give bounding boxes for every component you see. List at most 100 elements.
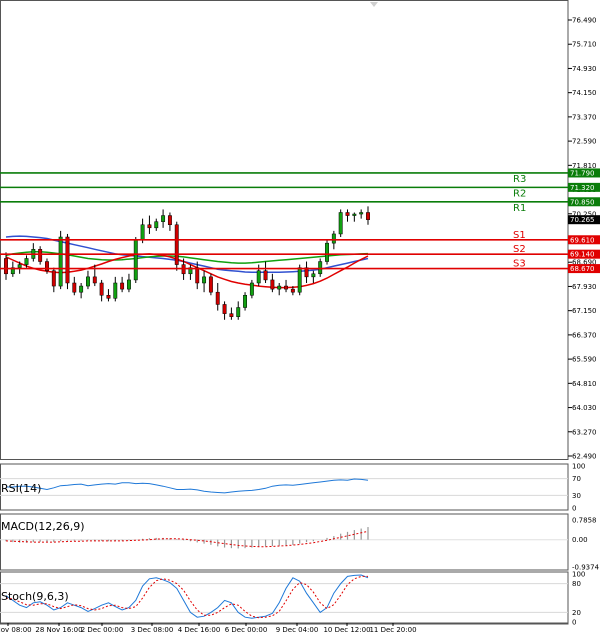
candle-body <box>147 224 152 229</box>
price-tick-label: 74.930 <box>572 65 597 73</box>
candle <box>338 209 343 238</box>
candle <box>270 273 275 293</box>
candle-body <box>222 304 227 314</box>
candle <box>243 292 248 311</box>
price-tick-label: 64.030 <box>572 404 597 412</box>
rsi-scale-label: 100 <box>572 463 585 471</box>
candle-body <box>38 249 43 262</box>
candle <box>86 270 90 290</box>
candle-body <box>99 282 104 296</box>
candle <box>318 258 323 277</box>
candle <box>113 276 118 302</box>
candle <box>263 261 268 283</box>
candle <box>277 282 282 296</box>
stoch-scale-label: 20 <box>572 609 581 617</box>
macd-signal-line <box>5 530 369 548</box>
price-tick-label: 64.810 <box>572 380 597 388</box>
candle-body <box>174 224 179 265</box>
candle <box>65 233 70 290</box>
candle <box>4 252 8 280</box>
macd-scale-label: 0.00 <box>572 536 588 544</box>
stoch-scale-label: 100 <box>572 571 585 579</box>
candle <box>215 282 220 311</box>
candle-body <box>284 285 288 290</box>
indicator-name-label: RSI(14) <box>1 482 41 495</box>
candle-body <box>297 267 302 293</box>
top-marker-icon <box>370 2 378 7</box>
candle-body <box>249 282 254 296</box>
level-name-label: S3 <box>513 259 526 270</box>
price-tick-label: 65.590 <box>572 356 597 364</box>
rsi-scale-label: 30 <box>572 492 581 500</box>
candle <box>195 261 200 290</box>
level-price-label: 69.610 <box>570 236 595 244</box>
candle <box>99 279 104 302</box>
candle-body <box>126 279 131 290</box>
price-tick-label: 63.270 <box>572 428 597 436</box>
candle-body <box>338 212 343 235</box>
candle-body <box>24 258 29 265</box>
price-tick-label: 75.710 <box>572 41 597 49</box>
candle-body <box>86 276 90 287</box>
candle <box>236 301 241 320</box>
candle <box>325 240 329 265</box>
candle <box>72 276 77 296</box>
time-tick-label: 3 Dec 08:00 <box>131 626 174 634</box>
candle <box>79 282 84 299</box>
candle-body <box>120 282 125 290</box>
candle <box>167 212 172 231</box>
level-price-label: 68.670 <box>570 265 595 273</box>
candle-body <box>113 282 118 299</box>
candle-body <box>133 239 138 281</box>
time-tick-label: 4 Dec 16:00 <box>178 626 221 634</box>
candle-body <box>277 285 282 290</box>
indicator-pane-frame <box>0 513 569 571</box>
price-tick-label: 62.490 <box>572 453 597 461</box>
candle-body <box>58 236 63 287</box>
level-price-label: 70.850 <box>570 198 595 206</box>
candle-body <box>79 285 84 293</box>
candle-body <box>345 212 350 216</box>
candle <box>31 243 36 262</box>
level-name-label: S1 <box>513 230 526 241</box>
price-tick-label: 67.930 <box>572 283 597 291</box>
candle <box>311 270 316 283</box>
candle <box>147 215 152 234</box>
time-tick-label: 28 Nov 16:00 <box>35 626 82 634</box>
indicator-name-label: Stoch(9,6,3) <box>1 590 69 603</box>
level-name-label: R2 <box>513 188 526 199</box>
price-tick-label: 73.370 <box>572 113 597 121</box>
candle-body <box>311 273 316 278</box>
candle-body <box>256 270 261 284</box>
time-tick-label: 9 Dec 04:00 <box>276 626 319 634</box>
indicator-pane-frame <box>0 463 569 511</box>
candle-body <box>236 307 241 317</box>
candle-body <box>215 291 220 305</box>
candle <box>222 301 227 320</box>
candle-body <box>72 282 77 293</box>
candle-body <box>202 276 207 284</box>
candle-body <box>4 258 8 275</box>
candle-body <box>154 221 159 229</box>
indicator-pane-frame <box>0 571 569 625</box>
candle <box>249 279 254 299</box>
price-tick-label: 74.150 <box>572 89 597 97</box>
price-tick-label: 66.370 <box>572 331 597 339</box>
candle-body <box>167 215 172 226</box>
rsi-line <box>6 478 369 494</box>
rsi-scale-label: 0 <box>572 505 576 513</box>
level-name-label: S2 <box>513 244 526 255</box>
candle-body <box>366 212 370 220</box>
candle <box>161 209 166 228</box>
candle <box>133 237 138 283</box>
candle-body <box>325 242 329 262</box>
candle <box>284 279 288 293</box>
indicator-name-label: MACD(12,26,9) <box>1 520 85 533</box>
candle-body <box>17 264 22 268</box>
candle <box>202 270 207 293</box>
level-price-label: 71.320 <box>570 184 595 192</box>
candle <box>188 264 193 280</box>
level-name-label: R3 <box>513 174 526 185</box>
time-tick-label: 28 Nov 08:00 <box>0 626 32 634</box>
level-price-label: 71.790 <box>570 169 595 177</box>
